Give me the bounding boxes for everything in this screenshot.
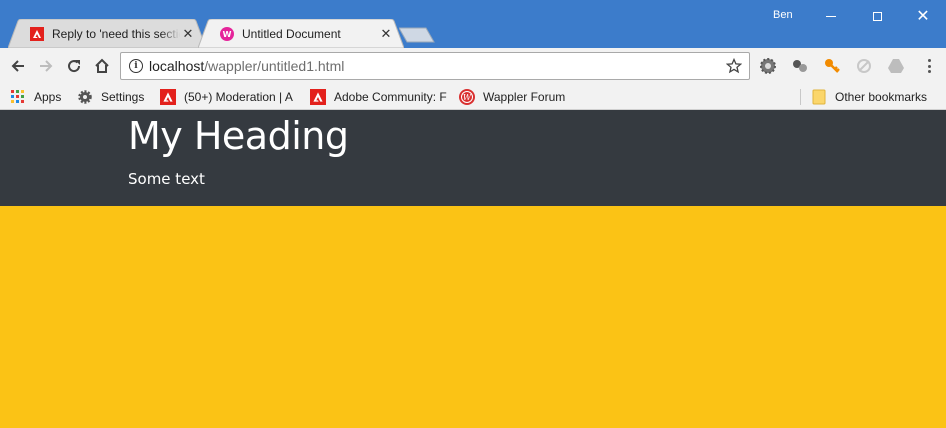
- folder-icon: [811, 89, 827, 105]
- bookmark-other[interactable]: Other bookmarks: [811, 88, 927, 106]
- bookmark-apps[interactable]: Apps: [10, 88, 61, 106]
- bookmark-label: Settings: [101, 90, 145, 104]
- bookmark-wappler-forum[interactable]: W Wappler Forum: [459, 88, 565, 106]
- svg-text:W: W: [223, 30, 232, 39]
- close-tab-icon[interactable]: ✕: [378, 26, 394, 42]
- drive-icon[interactable]: [887, 57, 905, 75]
- extension-settings-icon[interactable]: [759, 57, 777, 75]
- bookmark-settings[interactable]: Settings: [77, 88, 144, 106]
- tab-reply[interactable]: Reply to 'need this section ✕: [8, 19, 206, 48]
- tab-title: Untitled Document: [242, 26, 341, 41]
- title-bar: Reply to 'need this section ✕ W Untitled…: [0, 0, 946, 48]
- site-info-icon[interactable]: i: [129, 59, 143, 73]
- home-icon: [95, 58, 109, 73]
- wappler-icon: W: [220, 26, 234, 41]
- bookmark-adobe-community[interactable]: Adobe Community: F: [310, 88, 448, 106]
- bookmark-label: Other bookmarks: [835, 90, 928, 104]
- page-text: Some text: [128, 170, 205, 188]
- bookmark-label: Wappler Forum: [483, 90, 566, 104]
- bookmark-moderation[interactable]: (50+) Moderation | A: [160, 88, 300, 106]
- maximize-icon: [872, 11, 882, 21]
- tab-title: Reply to 'need this section: [52, 26, 180, 41]
- bookmark-label: Adobe Community: F: [334, 90, 447, 104]
- adobe-icon: [160, 89, 176, 105]
- url-path: /wappler/untitled1.html: [204, 58, 345, 74]
- bookmark-label: Apps: [34, 90, 62, 104]
- close-window-button[interactable]: ✕: [900, 0, 946, 32]
- adobe-icon: [310, 89, 326, 105]
- new-tab-button[interactable]: [399, 27, 435, 43]
- minimize-button[interactable]: [808, 0, 854, 32]
- reload-icon: [68, 60, 81, 73]
- reload-button[interactable]: [61, 53, 87, 79]
- tab-untitled-document[interactable]: W Untitled Document ✕: [198, 19, 404, 48]
- maximize-button[interactable]: [854, 0, 900, 32]
- toolbar: i localhost/wappler/untitled1.html: [0, 48, 946, 84]
- home-button[interactable]: [89, 53, 115, 79]
- svg-text:W: W: [463, 93, 472, 102]
- address-bar[interactable]: i localhost/wappler/untitled1.html: [120, 52, 750, 80]
- wappler-forum-icon: W: [459, 89, 475, 105]
- url-text[interactable]: localhost/wappler/untitled1.html: [149, 58, 725, 74]
- url-host: localhost: [149, 58, 205, 74]
- jumbotron: My Heading Some text: [0, 110, 946, 206]
- bookmarks-bar: Apps Settings (50+) Moderation | A Adobe…: [0, 84, 946, 110]
- forward-arrow-icon: [40, 60, 53, 72]
- back-button[interactable]: [5, 53, 31, 79]
- bookmarks-separator: [800, 89, 801, 105]
- adobe-icon: [30, 26, 44, 41]
- bookmark-label: (50+) Moderation | A: [184, 90, 293, 104]
- close-tab-icon[interactable]: ✕: [180, 26, 196, 42]
- menu-icon[interactable]: [922, 57, 936, 75]
- gear-icon: [77, 89, 93, 105]
- extension-disabled-icon[interactable]: [855, 57, 873, 75]
- bookmark-star-icon[interactable]: [725, 57, 743, 75]
- forward-button[interactable]: [33, 53, 59, 79]
- profile-name[interactable]: Ben: [773, 9, 793, 21]
- minimize-icon: [826, 15, 836, 17]
- apps-grid-icon: [10, 89, 26, 105]
- key-icon[interactable]: [823, 57, 841, 75]
- back-arrow-icon: [11, 60, 24, 72]
- extension-toggle-icon[interactable]: [791, 57, 809, 75]
- page-heading: My Heading: [128, 114, 349, 158]
- content-section: [0, 206, 946, 428]
